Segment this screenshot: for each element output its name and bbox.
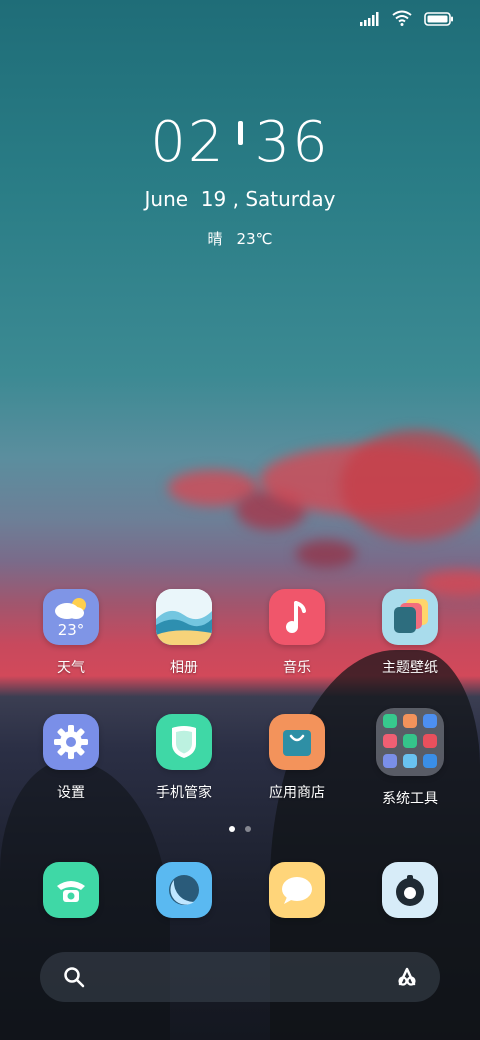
- clock-minutes: 36: [254, 110, 330, 175]
- app-themes[interactable]: 主题壁纸: [358, 589, 462, 677]
- folder-icon: [376, 708, 444, 776]
- search-icon[interactable]: [62, 965, 86, 993]
- wifi-icon: [392, 10, 412, 30]
- app-music[interactable]: 音乐: [245, 589, 349, 677]
- battery-icon: [424, 11, 454, 30]
- dock-camera[interactable]: [382, 862, 438, 918]
- dock-messages[interactable]: [269, 862, 325, 918]
- page-dot: [245, 826, 251, 832]
- cloud: [340, 430, 480, 540]
- dock-browser[interactable]: [156, 862, 212, 918]
- page-indicator[interactable]: [0, 826, 480, 832]
- page-dot-active: [229, 826, 235, 832]
- search-bar[interactable]: [40, 952, 440, 1002]
- app-store-icon: [269, 714, 325, 770]
- clock-separator: [237, 121, 243, 145]
- app-security[interactable]: 手机管家: [132, 714, 236, 802]
- signal-icon: [360, 11, 380, 30]
- status-bar: [0, 0, 480, 40]
- app-label: 手机管家: [156, 785, 212, 801]
- weather-badge: 23°: [57, 621, 85, 639]
- app-label: 天气: [57, 660, 85, 676]
- weather-icon: 23°: [43, 589, 99, 645]
- assistant-icon[interactable]: [394, 963, 420, 993]
- folder-system-tools[interactable]: 系统工具: [358, 708, 462, 808]
- app-settings[interactable]: 设置: [19, 714, 123, 802]
- messages-icon: [269, 862, 325, 918]
- gallery-icon: [156, 589, 212, 645]
- app-label: 相册: [170, 660, 198, 676]
- app-weather[interactable]: 23° 天气: [19, 589, 123, 677]
- phone-icon: [43, 862, 99, 918]
- clock-hours: 02: [150, 110, 226, 175]
- date-label: June 19 , Saturday: [144, 187, 336, 211]
- weather-condition: 晴: [207, 230, 223, 248]
- app-gallery[interactable]: 相册: [132, 589, 236, 677]
- camera-icon: [382, 862, 438, 918]
- music-icon: [269, 589, 325, 645]
- browser-icon: [156, 862, 212, 918]
- weather-temperature: 23℃: [236, 230, 273, 248]
- clock[interactable]: 02 36: [0, 110, 480, 175]
- app-label: 音乐: [283, 660, 311, 676]
- home-screen: 02 36 June 19 , Saturday 晴 23℃ 23° 天气 相册: [0, 0, 480, 1040]
- security-icon: [156, 714, 212, 770]
- cloud: [296, 540, 356, 568]
- dock-phone[interactable]: [43, 862, 99, 918]
- app-label: 系统工具: [382, 791, 438, 807]
- settings-icon: [43, 714, 99, 770]
- app-label: 应用商店: [269, 785, 325, 801]
- weather-summary: 晴 23℃: [0, 228, 480, 249]
- app-store[interactable]: 应用商店: [245, 714, 349, 802]
- app-label: 主题壁纸: [382, 660, 438, 676]
- app-label: 设置: [57, 785, 85, 801]
- themes-icon: [382, 589, 438, 645]
